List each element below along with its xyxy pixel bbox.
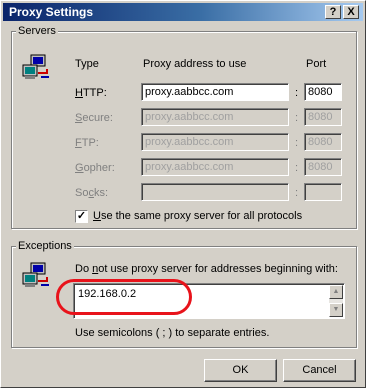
close-button[interactable]: X	[343, 5, 359, 19]
exceptions-hint: Use semicolons ( ; ) to separate entries…	[75, 327, 270, 339]
help-button[interactable]: ?	[325, 5, 341, 19]
cancel-button[interactable]: Cancel	[283, 359, 356, 382]
ok-button[interactable]: OK	[204, 359, 277, 382]
window-title: Proxy Settings	[9, 5, 94, 19]
scroll-down-arrow-icon[interactable]: ▼	[329, 303, 343, 317]
servers-legend: Servers	[16, 25, 58, 37]
http-address-input[interactable]: proxy.aabbcc.com	[141, 83, 289, 101]
network-computers-icon	[22, 262, 49, 287]
exceptions-description: Do not use proxy server for addresses be…	[75, 263, 338, 275]
secure-port-input[interactable]: 8080	[304, 108, 342, 126]
http-port-input[interactable]: 8080	[304, 83, 342, 101]
http-label: HTTP:	[75, 87, 107, 99]
scroll-up-arrow-icon[interactable]: ▲	[329, 285, 343, 299]
ftp-colon: :	[295, 137, 299, 149]
ftp-label: FTP:	[75, 137, 99, 149]
gopher-colon: :	[295, 162, 299, 174]
same-proxy-label[interactable]: Use the same proxy server for all protoc…	[93, 210, 302, 222]
proxy-settings-dialog: Proxy Settings ? X Servers Type Proxy ad…	[0, 0, 366, 388]
gopher-label: Gopher:	[75, 162, 115, 174]
title-bar[interactable]: Proxy Settings ? X	[3, 3, 363, 21]
socks-port-input[interactable]	[304, 183, 342, 201]
exceptions-legend: Exceptions	[16, 240, 74, 252]
gopher-port-input[interactable]: 8080	[304, 158, 342, 176]
secure-label: Secure:	[75, 112, 113, 124]
secure-colon: :	[295, 112, 299, 124]
ftp-port-input[interactable]: 8080	[304, 133, 342, 151]
socks-address-input[interactable]	[141, 183, 289, 201]
gopher-address-input[interactable]: proxy.aabbcc.com	[141, 158, 289, 176]
secure-address-input[interactable]: proxy.aabbcc.com	[141, 108, 289, 126]
ftp-address-input[interactable]: proxy.aabbcc.com	[141, 133, 289, 151]
socks-colon: :	[295, 187, 299, 199]
exceptions-scrollbar[interactable]: ▲ ▼	[329, 285, 343, 317]
address-column-header: Proxy address to use	[143, 58, 247, 70]
highlight-ellipse	[56, 279, 192, 315]
http-colon: :	[295, 87, 299, 99]
same-proxy-checkbox[interactable]: ✓	[75, 210, 88, 223]
network-computers-icon	[22, 54, 49, 79]
port-column-header: Port	[306, 58, 327, 70]
socks-label: Socks:	[75, 187, 109, 199]
type-column-header: Type	[75, 58, 99, 70]
